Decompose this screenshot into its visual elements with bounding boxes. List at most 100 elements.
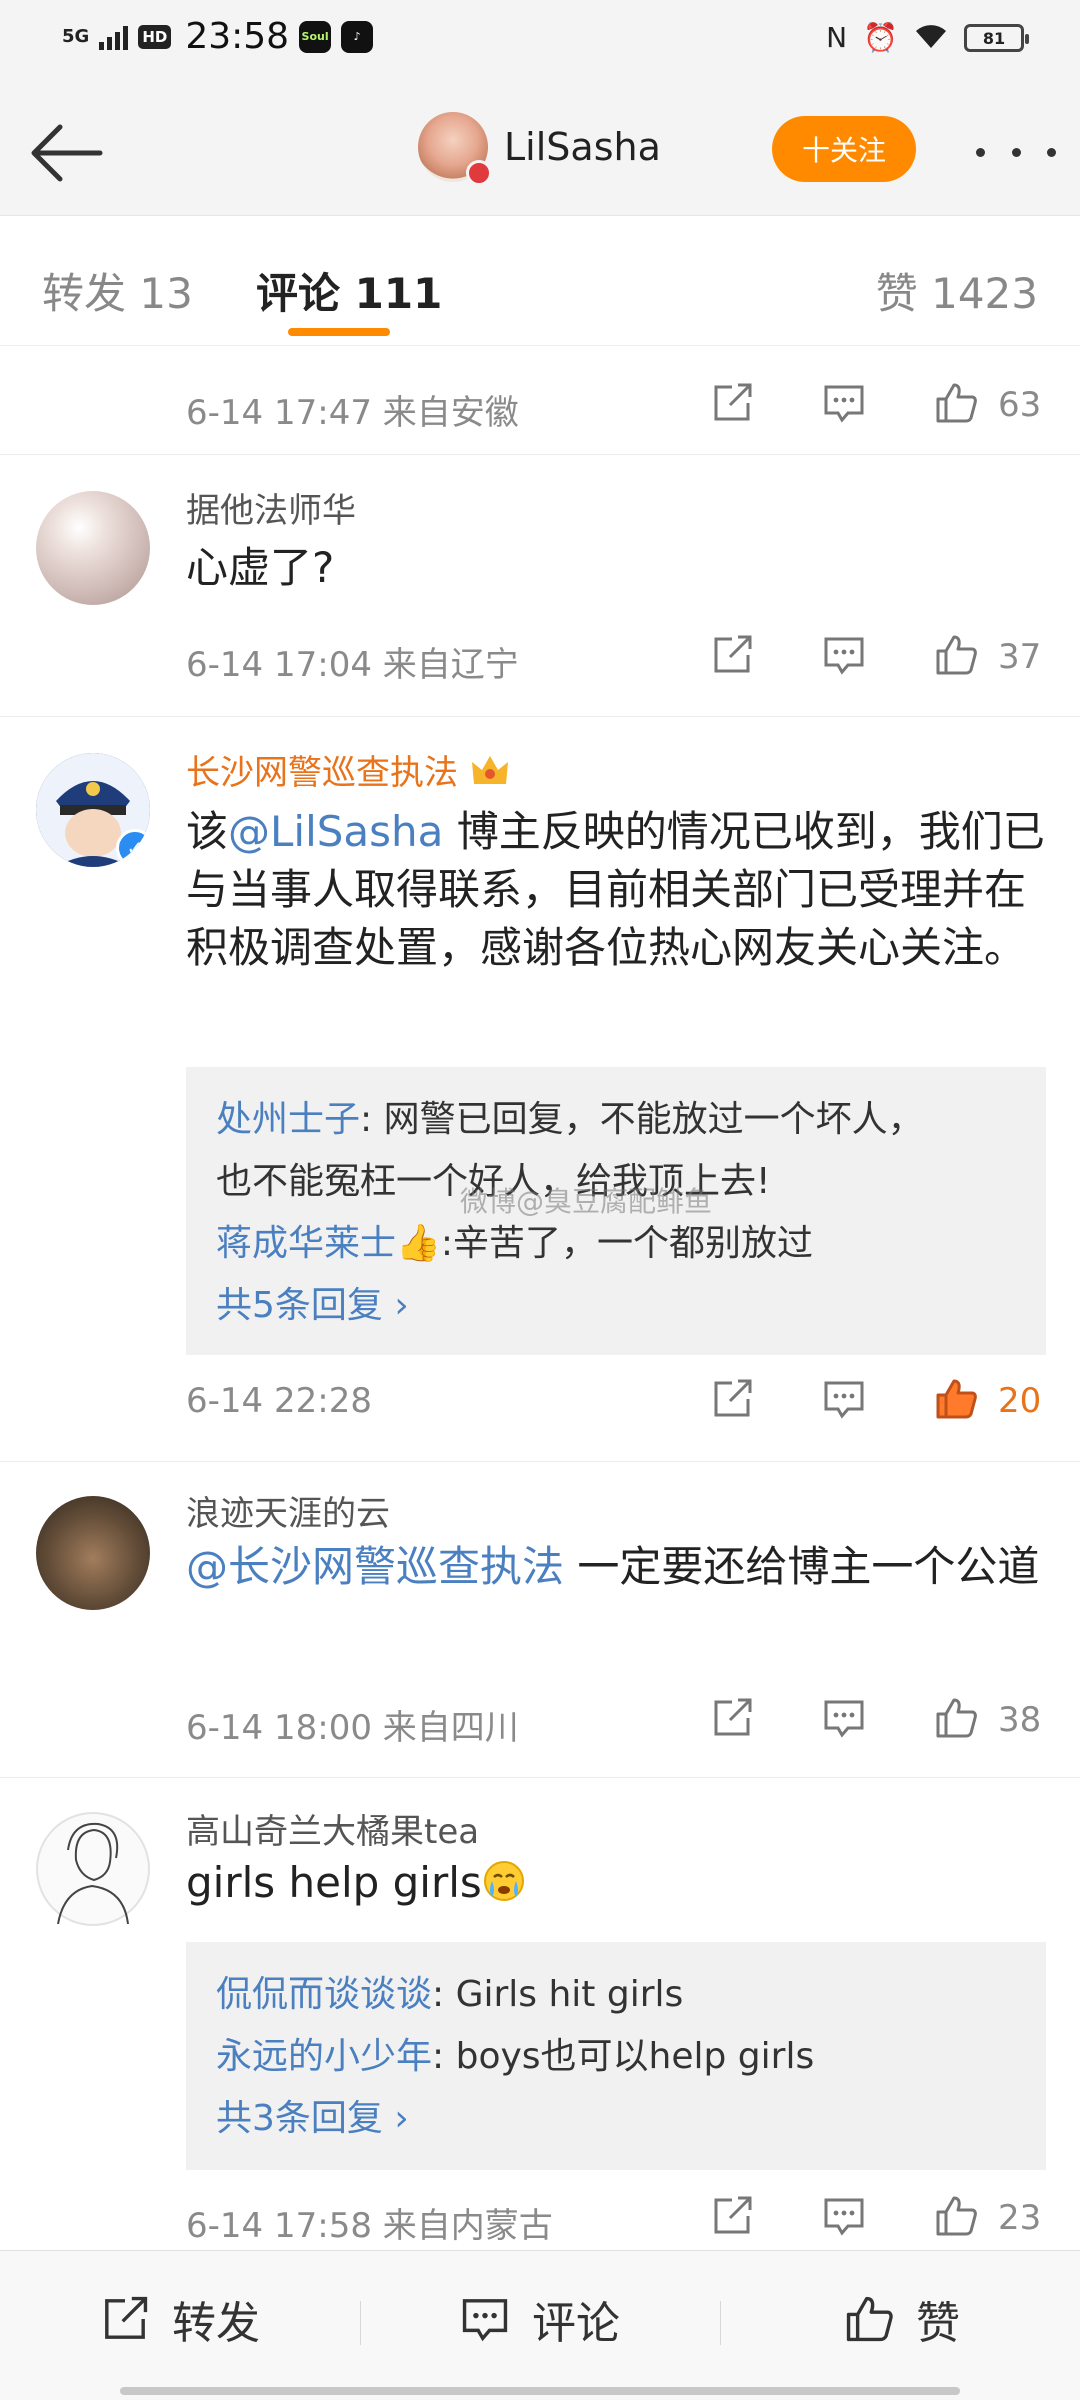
watermark-text: 微博@臭豆腐配鲱鱼: [460, 1185, 713, 1218]
comment-text-prefix: 该: [186, 807, 229, 856]
comment-button[interactable]: 评论: [460, 2289, 620, 2349]
reply-item: 永远的小少年: boys也可以help girls: [216, 2026, 1016, 2088]
comment-username[interactable]: 据他法师华: [186, 483, 356, 532]
comment-meta: 6-14 17:58 来自内蒙古 23: [186, 2188, 1046, 2248]
mention-link[interactable]: @长沙网警巡查执法: [186, 1542, 564, 1591]
status-right: Ν ⏰ 81: [826, 21, 1029, 54]
avatar[interactable]: [418, 112, 492, 186]
reply-preview-box[interactable]: 侃侃而谈谈谈: Girls hit girls 永远的小少年: boys也可以h…: [186, 1942, 1046, 2170]
avatar[interactable]: [36, 491, 150, 605]
sketch-portrait-icon: [57, 1822, 129, 1925]
like-icon[interactable]: [934, 381, 978, 425]
comment-meta: 6-14 17:47 来自安徽 63: [186, 375, 1046, 435]
comment-list: 6-14 17:47 来自安徽 63 据他法师华 心虚了? 6-14 17:04…: [0, 347, 1080, 2248]
avatar[interactable]: [36, 1812, 150, 1926]
like-count: 23: [998, 2198, 1042, 2238]
like-icon[interactable]: [934, 1696, 978, 1740]
network-label: 5G: [62, 25, 90, 47]
tab-like[interactable]: 赞 1423: [876, 260, 1038, 321]
header-username[interactable]: LilSasha: [504, 125, 661, 169]
repost-button[interactable]: 转发: [100, 2289, 260, 2349]
like-icon[interactable]: [934, 633, 978, 677]
reply-text: :辛苦了，一个都别放过: [440, 1223, 813, 1264]
reply-text: : Girls hit girls: [432, 1974, 684, 2015]
back-button[interactable]: [26, 118, 106, 188]
comment-icon[interactable]: [822, 633, 866, 677]
share-icon[interactable]: [710, 1377, 754, 1421]
share-icon[interactable]: [710, 1696, 754, 1740]
tab-repost[interactable]: 转发 13: [42, 260, 193, 321]
view-more-replies-link[interactable]: 共5条回复 ›: [216, 1275, 1016, 1337]
reply-item: 蒋成华莱士👍:辛苦了，一个都别放过: [216, 1213, 1016, 1275]
comment-time: 6-14 17:47 来自安徽: [186, 393, 519, 433]
comment-icon[interactable]: [822, 2194, 866, 2238]
reply-text: : 网警已回复，不能放过一个坏人，: [360, 1099, 924, 1140]
avatar[interactable]: ✓: [36, 753, 150, 867]
reply-item: 处州士子: 网警已回复，不能放过一个坏人，: [216, 1089, 1016, 1151]
share-icon[interactable]: [710, 2194, 754, 2238]
like-icon-active[interactable]: [934, 1377, 978, 1421]
mention-link[interactable]: @LilSasha: [228, 807, 443, 856]
avatar[interactable]: [36, 1496, 150, 1610]
soul-app-icon: Soul: [299, 20, 332, 53]
follow-button[interactable]: 十关注: [772, 116, 916, 182]
comment-item: 据他法师华 心虚了? 6-14 17:04 来自辽宁 37: [0, 455, 1080, 717]
comment-text: girls help girls: [186, 1854, 1046, 1912]
home-indicator[interactable]: [120, 2387, 960, 2395]
wifi-icon: [914, 22, 948, 54]
page-header: LilSasha 十关注: [0, 78, 1080, 216]
comment-item: 浪迹天涯的云 @长沙网警巡查执法 一定要还给博主一个公道 6-14 18:00 …: [0, 1462, 1080, 1778]
comment-text: @长沙网警巡查执法 一定要还给博主一个公道: [186, 1538, 1046, 1596]
view-more-replies-link[interactable]: 共3条回复 ›: [216, 2088, 1016, 2150]
username-text[interactable]: 长沙网警巡查执法: [186, 753, 458, 793]
header-profile[interactable]: LilSasha: [418, 112, 661, 186]
like-count: 20: [998, 1381, 1042, 1421]
status-bar: 5G HD 23:58 Soul ♪ Ν ⏰ 81: [0, 0, 1080, 78]
comment-username[interactable]: 高山奇兰大橘果tea: [186, 1804, 479, 1853]
comment-time: 6-14 17:04 来自辽宁: [186, 645, 519, 685]
comment-time: 6-14 18:00 来自四川: [186, 1708, 519, 1748]
comment-icon[interactable]: [822, 1377, 866, 1421]
hd-badge: HD: [138, 24, 172, 49]
thumbs-up-emoji-icon: 👍: [396, 1223, 441, 1264]
verified-badge-icon: ✓: [116, 829, 150, 867]
tab-bar: 转发 13 评论 111 赞 1423: [0, 216, 1080, 346]
reply-username[interactable]: 蒋成华莱士: [216, 1223, 396, 1264]
share-icon[interactable]: [710, 633, 754, 677]
like-icon: [846, 2296, 893, 2342]
comment-item: ✓ 长沙网警巡查执法 该@LilSasha 博主反映的情况已收到，我们已与当事人…: [0, 717, 1080, 1462]
signal-icon: [99, 24, 129, 50]
comment-icon[interactable]: [822, 381, 866, 425]
reply-item: 侃侃而谈谈谈: Girls hit girls: [216, 1964, 1016, 2026]
comment-icon[interactable]: [822, 1696, 866, 1740]
comment-text-body: 一定要还给博主一个公道: [564, 1542, 1040, 1591]
comment-time: 6-14 17:58 来自内蒙古: [186, 2206, 553, 2246]
status-time: 23:58: [185, 16, 290, 57]
comment-meta: 6-14 18:00 来自四川 38: [186, 1690, 1046, 1750]
reply-username[interactable]: 永远的小少年: [216, 2036, 432, 2077]
comment-item: 高山奇兰大橘果tea girls help girls 侃侃而谈谈谈: Girl…: [0, 1778, 1080, 2248]
like-count: 37: [998, 637, 1042, 677]
like-icon[interactable]: [934, 2194, 978, 2238]
comment-text-body: girls help girls: [186, 1858, 482, 1907]
more-options-icon[interactable]: [976, 132, 1056, 172]
bottom-action-bar: 转发 评论 赞: [0, 2250, 1080, 2400]
tab-comment[interactable]: 评论 111: [256, 260, 442, 321]
crying-face-emoji-icon: [483, 1861, 524, 1901]
repost-label: 转发: [172, 2298, 260, 2349]
like-count: 38: [998, 1700, 1042, 1740]
reply-username[interactable]: 侃侃而谈谈谈: [216, 1974, 432, 2015]
comment-item: 6-14 17:47 来自安徽 63: [0, 347, 1080, 455]
like-count: 63: [998, 385, 1042, 425]
like-button[interactable]: 赞: [844, 2289, 960, 2349]
comment-icon: [462, 2299, 508, 2342]
reply-username[interactable]: 处州士子: [216, 1099, 360, 1140]
divider: [720, 2301, 721, 2345]
share-icon: [105, 2296, 148, 2339]
comment-meta: 6-14 22:28 20: [186, 1371, 1046, 1431]
alarm-icon: ⏰: [863, 21, 898, 54]
share-icon[interactable]: [710, 381, 754, 425]
comment-username[interactable]: 长沙网警巡查执法: [186, 745, 510, 794]
comment-text: 心虚了?: [186, 543, 335, 592]
comment-username[interactable]: 浪迹天涯的云: [186, 1486, 390, 1535]
